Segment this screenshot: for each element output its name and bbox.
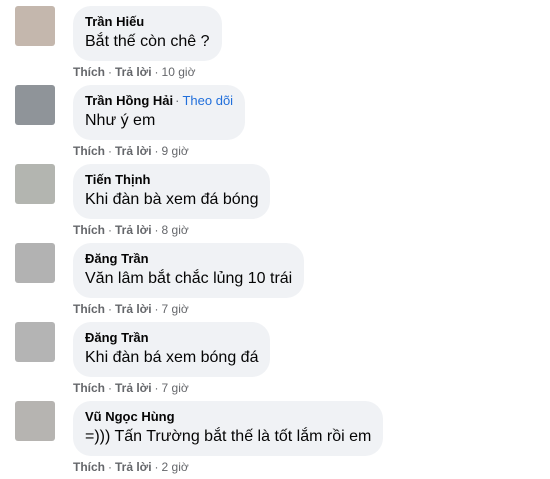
comment-item: Vũ Ngọc Hùng =))) Tấn Trường bắt thế là … — [15, 401, 545, 479]
comment-actions: Thích · Trả lời · 10 giờ — [73, 65, 195, 79]
comment-actions: Thích · Trả lời · 9 giờ — [73, 144, 189, 158]
separator-dot: · — [154, 381, 159, 395]
comment-timestamp[interactable]: 8 giờ — [162, 223, 189, 237]
separator-dot: · — [154, 223, 159, 237]
like-button[interactable]: Thích — [73, 460, 105, 474]
separator-dot: · — [108, 65, 112, 79]
reply-button[interactable]: Trả lời — [115, 302, 152, 316]
comment-bubble: Tiến Thịnh Khi đàn bà xem đá bóng — [73, 164, 271, 219]
avatar[interactable] — [15, 322, 55, 362]
comment-actions: Thích · Trả lời · 7 giờ — [73, 302, 189, 316]
comment-timestamp[interactable]: 2 giờ — [162, 460, 189, 474]
comment-item: Trần Hồng Hải · Theo dõi Như ý em Thích · Tr… — [15, 85, 545, 163]
comment-author[interactable]: Đăng Trần — [85, 251, 149, 266]
separator-dot: · — [154, 302, 159, 316]
reply-button[interactable]: Trả lời — [115, 144, 152, 158]
comment-text: Khi đàn bà xem đá bóng — [85, 191, 259, 208]
comment-author[interactable]: Trần Hiếu — [85, 14, 144, 29]
comment-bubble: Vũ Ngọc Hùng =))) Tấn Trường bắt thế là … — [73, 401, 384, 456]
like-button[interactable]: Thích — [73, 381, 105, 395]
comment-text: =))) Tấn Trường bắt thế là tốt lắm rồi e… — [85, 428, 372, 445]
like-button[interactable]: Thích — [73, 223, 105, 237]
separator-dot: · — [154, 144, 159, 158]
separator-dot: · — [108, 223, 112, 237]
like-button[interactable]: Thích — [73, 144, 105, 158]
like-button[interactable]: Thích — [73, 65, 105, 79]
separator-dot: · — [108, 302, 112, 316]
comment-timestamp[interactable]: 7 giờ — [162, 302, 189, 316]
separator-dot: · — [108, 381, 112, 395]
comment-bubble: Trần Hiếu Bắt thế còn chê ? — [73, 6, 222, 61]
avatar[interactable] — [15, 243, 55, 283]
comment-text: Bắt thế còn chê ? — [85, 33, 210, 50]
separator-dot: · — [175, 93, 180, 108]
comment-text: Văn lâm bắt chắc lủng 10 trái — [85, 270, 293, 287]
comment-text: Khi đàn bá xem bóng đá — [85, 349, 259, 366]
comment-author[interactable]: Vũ Ngọc Hùng — [85, 409, 175, 424]
separator-dot: · — [108, 144, 112, 158]
avatar[interactable] — [15, 6, 55, 46]
avatar[interactable] — [15, 401, 55, 441]
comment-item: Đăng Trần Văn lâm bắt chắc lủng 10 trái … — [15, 243, 545, 321]
reply-button[interactable]: Trả lời — [115, 381, 152, 395]
follow-button[interactable]: Theo dõi — [182, 93, 233, 108]
reply-button[interactable]: Trả lời — [115, 460, 152, 474]
comment-actions: Thích · Trả lời · 8 giờ — [73, 223, 189, 237]
comment-actions: Thích · Trả lời · 2 giờ — [73, 460, 189, 474]
comment-author[interactable]: Đăng Trần — [85, 330, 149, 345]
comment-text: Như ý em — [85, 112, 156, 129]
comment-bubble: Đăng Trần Văn lâm bắt chắc lủng 10 trái — [73, 243, 305, 298]
reply-button[interactable]: Trả lời — [115, 65, 152, 79]
comment-author[interactable]: Tiến Thịnh — [85, 172, 150, 187]
comment-timestamp[interactable]: 10 giờ — [162, 65, 196, 79]
comment-timestamp[interactable]: 9 giờ — [162, 144, 189, 158]
separator-dot: · — [154, 65, 159, 79]
author-line: Đăng Trần — [85, 330, 258, 346]
comment-item: Trần Hiếu Bắt thế còn chê ? Thích · Trả lờ… — [15, 6, 545, 84]
author-line: Trần Hiếu — [85, 14, 210, 30]
comment-bubble: Trần Hồng Hải · Theo dõi Như ý em — [73, 85, 246, 140]
author-line: Trần Hồng Hải · Theo dõi — [85, 93, 233, 109]
like-button[interactable]: Thích — [73, 302, 105, 316]
comment-item: Tiến Thịnh Khi đàn bà xem đá bóng Thích ·… — [15, 164, 545, 242]
author-line: Vũ Ngọc Hùng — [85, 409, 371, 425]
author-line: Tiến Thịnh — [85, 172, 258, 188]
author-line: Đăng Trần — [85, 251, 292, 267]
reply-button[interactable]: Trả lời — [115, 223, 152, 237]
avatar[interactable] — [15, 85, 55, 125]
comment-bubble: Đăng Trần Khi đàn bá xem bóng đá — [73, 322, 271, 377]
avatar[interactable] — [15, 164, 55, 204]
comment-timestamp[interactable]: 7 giờ — [162, 381, 189, 395]
comment-item: Đăng Trần Khi đàn bá xem bóng đá Thích · T… — [15, 322, 545, 400]
separator-dot: · — [154, 460, 159, 474]
comment-author[interactable]: Trần Hồng Hải — [85, 93, 173, 108]
separator-dot: · — [108, 460, 112, 474]
comment-actions: Thích · Trả lời · 7 giờ — [73, 381, 189, 395]
